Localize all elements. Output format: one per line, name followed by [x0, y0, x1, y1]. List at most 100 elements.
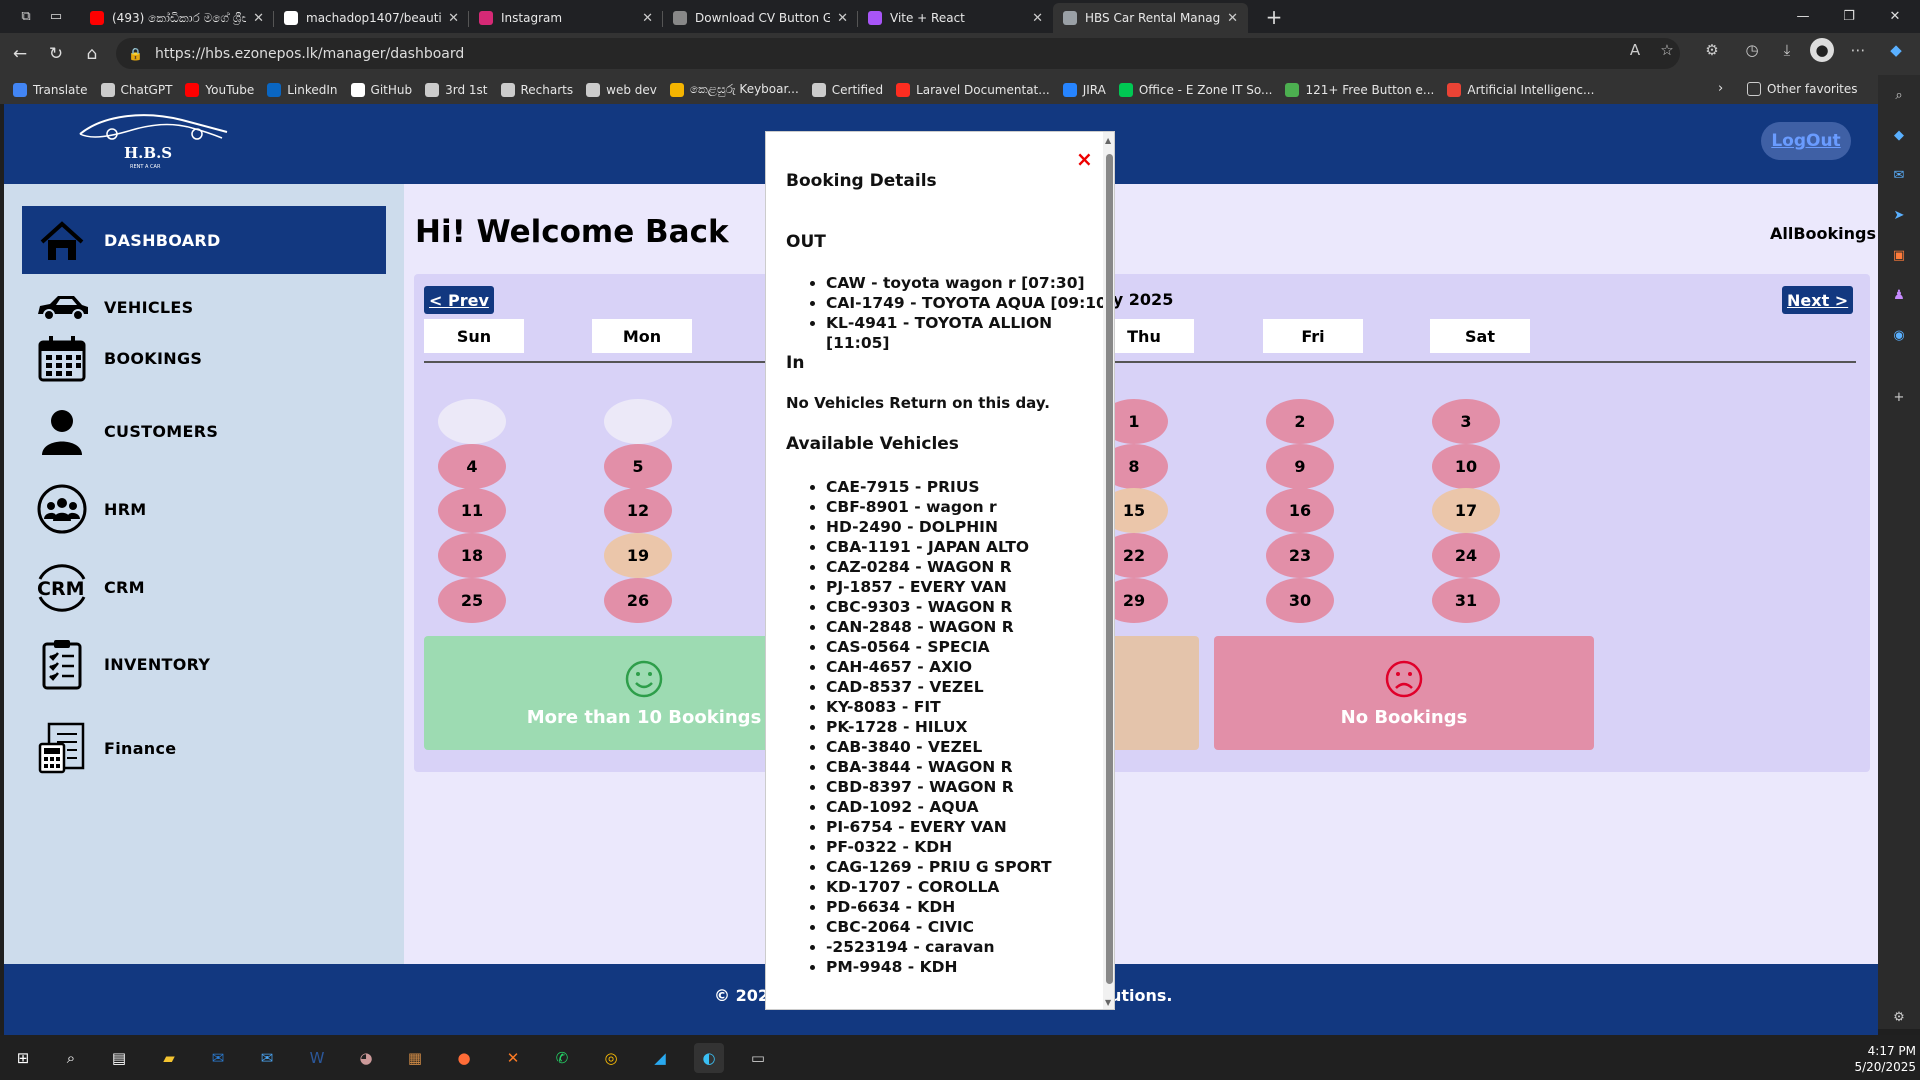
- calendar-day[interactable]: 17: [1432, 488, 1500, 533]
- more-menu-icon[interactable]: ⋯: [1846, 38, 1870, 62]
- close-tab-icon[interactable]: ✕: [837, 11, 848, 26]
- scroll-thumb[interactable]: [1106, 154, 1113, 984]
- browser-tab[interactable]: HBS Car Rental Management Syst ✕: [1053, 3, 1248, 33]
- games-icon[interactable]: ♟: [1889, 285, 1909, 305]
- search-icon[interactable]: ⌕: [1889, 85, 1909, 105]
- workspaces-icon[interactable]: ⧉: [14, 7, 38, 27]
- logout-button[interactable]: LogOut: [1761, 122, 1851, 160]
- file-explorer-icon[interactable]: ▰: [154, 1043, 184, 1073]
- sidebar-item-finance[interactable]: Finance: [22, 714, 386, 782]
- copilot-icon[interactable]: ◆: [1884, 38, 1908, 62]
- calendar-day[interactable]: 30: [1266, 578, 1334, 623]
- close-tab-icon[interactable]: ✕: [253, 11, 264, 26]
- terminal-icon[interactable]: ▭: [743, 1043, 773, 1073]
- vscode-icon[interactable]: ◢: [645, 1043, 675, 1073]
- tools-icon[interactable]: ▣: [1889, 245, 1909, 265]
- bookmark-item[interactable]: JIRA: [1062, 82, 1106, 97]
- bookmark-item[interactable]: Certified: [811, 82, 883, 97]
- edge-icon[interactable]: ◐: [694, 1043, 724, 1073]
- modal-scrollbar[interactable]: ▲ ▼: [1103, 132, 1114, 1009]
- mail-icon[interactable]: ✉: [252, 1043, 282, 1073]
- calendar-day[interactable]: 23: [1266, 533, 1334, 578]
- bookmark-item[interactable]: Translate: [13, 82, 88, 97]
- scroll-down-icon[interactable]: ▼: [1105, 998, 1111, 1007]
- chrome-icon[interactable]: ◎: [596, 1043, 626, 1073]
- bookmark-item[interactable]: LinkedIn: [267, 82, 338, 97]
- calendar-day[interactable]: 10: [1432, 444, 1500, 489]
- minimize-icon[interactable]: —: [1780, 0, 1826, 33]
- back-icon[interactable]: ←: [8, 42, 32, 66]
- new-tab-icon[interactable]: +: [1262, 5, 1286, 29]
- browser-tab[interactable]: (493) කෝඩිකාර මගේ ශ්‍රීපාද ග ✕: [80, 3, 274, 33]
- close-tab-icon[interactable]: ✕: [1032, 11, 1043, 26]
- postman-icon[interactable]: ●: [449, 1043, 479, 1073]
- calendar-day[interactable]: 2: [1266, 399, 1334, 444]
- close-window-icon[interactable]: ✕: [1872, 0, 1918, 33]
- send-icon[interactable]: ➤: [1889, 205, 1909, 225]
- calendar-day[interactable]: 5: [604, 444, 672, 489]
- shopping-icon[interactable]: ◆: [1889, 125, 1909, 145]
- word-icon[interactable]: W: [302, 1043, 332, 1073]
- browser-tab[interactable]: machadop1407/beautiful-react-t ✕: [274, 3, 469, 33]
- bookmark-item[interactable]: Laravel Documentat...: [896, 82, 1050, 97]
- calendar-day[interactable]: 12: [604, 488, 672, 533]
- prev-month-button[interactable]: < Prev: [424, 286, 494, 314]
- drop-icon[interactable]: ◉: [1889, 325, 1909, 345]
- reload-icon[interactable]: ↻: [44, 42, 68, 66]
- start-icon[interactable]: ⊞: [8, 1043, 38, 1073]
- settings-icon[interactable]: ⚙: [1889, 1007, 1909, 1027]
- extensions-icon[interactable]: ⚙: [1700, 38, 1724, 62]
- search-icon[interactable]: ⌕: [56, 1043, 86, 1073]
- calendar-day[interactable]: 24: [1432, 533, 1500, 578]
- restore-icon[interactable]: ❐: [1826, 0, 1872, 33]
- history-icon[interactable]: ◷: [1740, 38, 1764, 62]
- calendar-day[interactable]: 19: [604, 533, 672, 578]
- sidebar-item-customers[interactable]: CUSTOMERS: [22, 397, 386, 465]
- scroll-up-icon[interactable]: ▲: [1105, 136, 1111, 145]
- downloads-icon[interactable]: ⤓: [1775, 38, 1799, 62]
- bookmark-item[interactable]: Office - E Zone IT So...: [1118, 82, 1272, 97]
- bookmark-item[interactable]: Recharts: [500, 82, 573, 97]
- bookmark-item[interactable]: YouTube: [185, 82, 254, 97]
- taskbar-clock[interactable]: 4:17 PM 5/20/2025: [1846, 1043, 1916, 1075]
- outlook-icon[interactable]: ✉: [203, 1043, 233, 1073]
- next-month-button[interactable]: Next >: [1782, 286, 1854, 314]
- sidebar-item-dashboard[interactable]: DASHBOARD: [22, 206, 386, 274]
- profile-avatar-icon[interactable]: ●: [1810, 38, 1834, 62]
- bookmark-item[interactable]: කෙළසුරු Keyboar...: [669, 82, 799, 97]
- browser-tab[interactable]: Download CV Button Guide ✕: [663, 3, 858, 33]
- paint-icon[interactable]: ◕: [351, 1043, 381, 1073]
- outlook-icon[interactable]: ✉: [1889, 165, 1909, 185]
- calendar-day[interactable]: 16: [1266, 488, 1334, 533]
- calendar-day[interactable]: 9: [1266, 444, 1334, 489]
- close-tab-icon[interactable]: ✕: [642, 11, 653, 26]
- calendar-day[interactable]: 18: [438, 533, 506, 578]
- sidebar-item-bookings[interactable]: BOOKINGS: [22, 324, 386, 392]
- close-tab-icon[interactable]: ✕: [1227, 11, 1238, 26]
- all-bookings-link[interactable]: AllBookings: [1770, 224, 1876, 243]
- task-view-icon[interactable]: ▤: [104, 1043, 134, 1073]
- calendar-day[interactable]: 11: [438, 488, 506, 533]
- calendar-day[interactable]: 26: [604, 578, 672, 623]
- tab-actions-icon[interactable]: ▭: [44, 7, 68, 27]
- calendar-day[interactable]: 3: [1432, 399, 1500, 444]
- bookmark-item[interactable]: web dev: [586, 82, 657, 97]
- bookmark-item[interactable]: ChatGPT: [100, 82, 172, 97]
- whatsapp-icon[interactable]: ✆: [547, 1043, 577, 1073]
- add-sidebar-icon[interactable]: +: [1889, 387, 1909, 407]
- home-icon[interactable]: ⌂: [80, 42, 104, 66]
- sidebar-item-inventory[interactable]: INVENTORY: [22, 630, 386, 698]
- favorite-star-icon[interactable]: ☆: [1655, 38, 1679, 62]
- other-favorites[interactable]: Other favorites: [1747, 82, 1858, 96]
- bookmark-item[interactable]: 3rd 1st: [425, 82, 488, 97]
- browser-tab[interactable]: Vite + React ✕: [858, 3, 1053, 33]
- calendar-day[interactable]: 25: [438, 578, 506, 623]
- sidebar-item-crm[interactable]: CRM CRM: [22, 553, 386, 621]
- bookmark-item[interactable]: 121+ Free Button e...: [1285, 82, 1434, 97]
- calendar-day[interactable]: 4: [438, 444, 506, 489]
- browser-tab[interactable]: Instagram ✕: [469, 3, 663, 33]
- url-field[interactable]: 🔒 https://hbs.ezonepos.lk/manager/dashbo…: [116, 38, 1680, 69]
- close-tab-icon[interactable]: ✕: [448, 11, 459, 26]
- bookmark-item[interactable]: Artificial Intelligenc...: [1447, 82, 1594, 97]
- winrar-icon[interactable]: ▦: [400, 1043, 430, 1073]
